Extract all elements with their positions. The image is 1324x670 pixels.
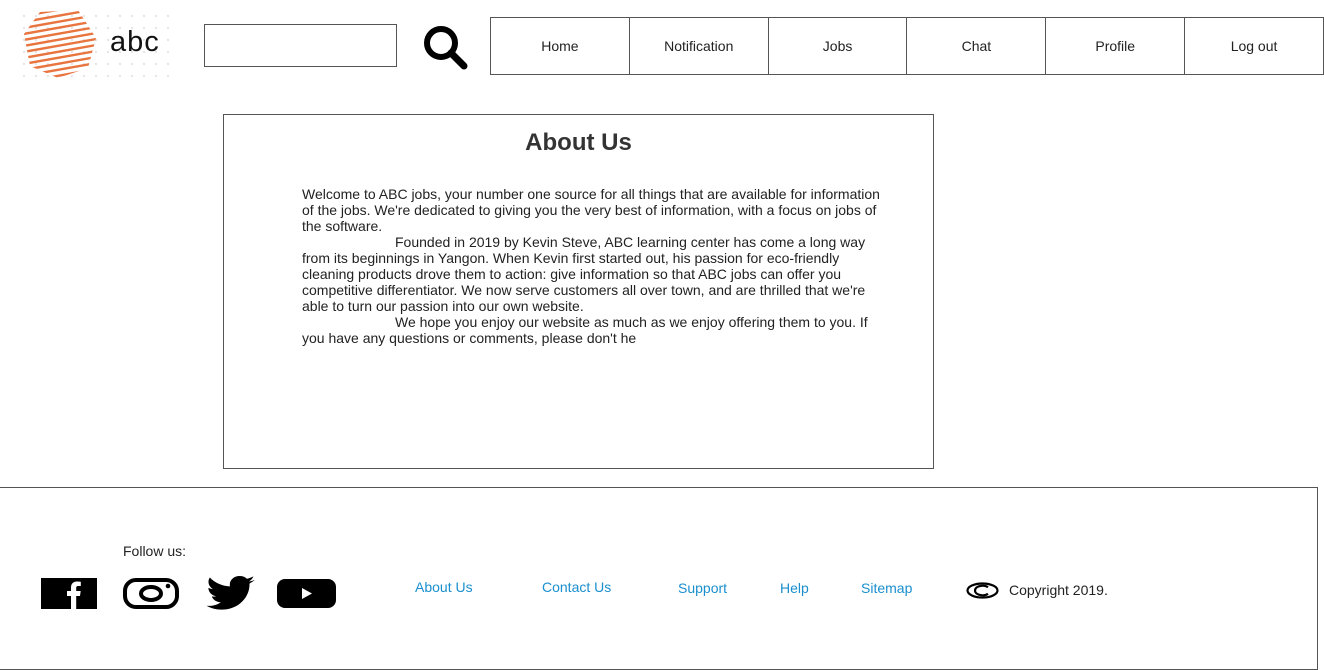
instagram-link[interactable] [123,578,179,614]
page-title: About Us [525,129,632,156]
twitter-icon [206,576,255,610]
about-panel: About Us Welcome to ABC jobs, your numbe… [223,114,934,469]
copyright-icon [966,582,999,599]
facebook-link[interactable] [41,578,97,614]
nav-logout[interactable]: Log out [1185,18,1323,74]
youtube-link[interactable] [277,579,336,613]
footer [0,487,1318,670]
logo-text: abc [110,26,160,58]
nav-notification[interactable]: Notification [630,18,769,74]
about-text: Welcome to ABC jobs, your number one sou… [302,186,892,346]
footer-link-sitemap[interactable]: Sitemap [861,580,912,596]
logo[interactable]: abc [22,6,178,84]
main-nav: Home Notification Jobs Chat Profile Log … [490,17,1324,75]
footer-link-about-us[interactable]: About Us [415,579,473,595]
search-button[interactable] [420,22,470,72]
search-input[interactable] [204,24,397,67]
nav-chat[interactable]: Chat [907,18,1047,74]
about-paragraph: We hope you enjoy our website as much as… [302,314,868,346]
instagram-icon [123,578,179,609]
footer-link-contact-us[interactable]: Contact Us [542,579,611,595]
about-paragraph: Founded in 2019 by Kevin Steve, ABC lear… [302,234,866,314]
about-paragraph: Welcome to ABC jobs, your number one sou… [302,186,880,234]
nav-jobs[interactable]: Jobs [769,18,908,74]
nav-profile[interactable]: Profile [1046,18,1186,74]
facebook-icon [41,578,97,609]
copyright-text: Copyright 2019. [1009,582,1108,598]
twitter-link[interactable] [203,576,255,615]
nav-home[interactable]: Home [491,18,630,74]
youtube-icon [277,579,336,608]
search-icon [424,26,468,70]
follow-us-label: Follow us: [123,543,187,559]
footer-link-help[interactable]: Help [780,580,809,596]
footer-link-support[interactable]: Support [678,580,727,596]
logo-mark-icon [24,10,96,78]
